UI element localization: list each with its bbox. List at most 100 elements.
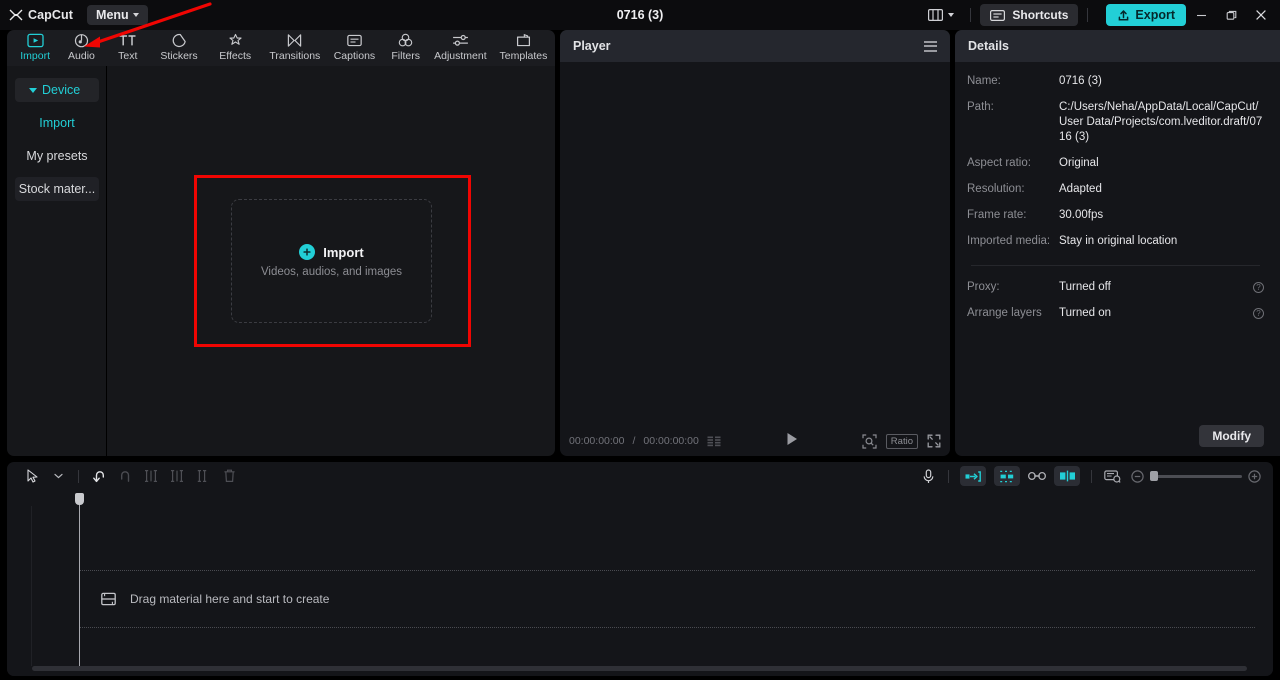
details-panel: Details Name: 0716 (3) Path: C:/Users/Ne… [955, 30, 1280, 456]
microphone-icon [923, 468, 933, 483]
trim-left-icon [171, 470, 183, 482]
timeline-ruler[interactable] [7, 490, 1273, 506]
details-key: Frame rate: [967, 209, 1027, 221]
trim-right-button[interactable] [190, 465, 216, 487]
tab-text[interactable]: Text [105, 30, 151, 62]
fullscreen-icon[interactable] [927, 434, 941, 448]
plus-circle-icon [299, 244, 316, 260]
app-logo: CapCut [9, 8, 73, 22]
details-row-aspect-ratio: Aspect ratio: Original [967, 156, 1264, 171]
divider [78, 469, 79, 483]
player-right-controls: Ratio [862, 433, 941, 449]
player-controls-bar: 00:00:00:00 / 00:00:00:00 Ratio [560, 426, 950, 456]
tab-stickers[interactable]: Stickers [151, 30, 207, 62]
undo-button[interactable] [86, 465, 112, 487]
timeline-canvas[interactable]: Drag material here and start to create [7, 490, 1273, 676]
export-button[interactable]: Export [1106, 4, 1186, 26]
effects-star-icon [229, 33, 242, 45]
zoom-out-icon[interactable] [1131, 469, 1144, 483]
player-panel: Player 00:00:00:00 / 00:00:00:00 Ratio [560, 30, 950, 456]
tab-filters[interactable]: Filters [383, 30, 429, 62]
tab-captions[interactable]: Captions [326, 30, 382, 62]
select-cursor-button[interactable] [19, 465, 45, 487]
transitions-icon [288, 34, 302, 47]
sidebar-item-my-presets[interactable]: My presets [15, 144, 99, 168]
details-value[interactable]: Turned off [1059, 280, 1253, 295]
details-value: 30.00fps [1059, 209, 1104, 221]
close-button[interactable] [1246, 0, 1276, 30]
tab-effects-label: Effects [219, 50, 252, 62]
auto-fill-button[interactable] [960, 466, 986, 486]
sidebar-item-device[interactable]: Device [15, 78, 99, 102]
player-preview-stage[interactable] [560, 62, 950, 426]
link-icon [1028, 471, 1046, 481]
ratio-button[interactable]: Ratio [885, 433, 918, 449]
layout-button[interactable] [921, 6, 961, 24]
mirror-preview-button[interactable] [1054, 466, 1080, 486]
details-key: Path: [967, 101, 994, 113]
modify-button[interactable]: Modify [1199, 425, 1264, 447]
tab-audio[interactable]: Audio [58, 30, 104, 62]
import-dropzone-subtitle: Videos, audios, and images [260, 266, 403, 278]
cursor-dropdown-button[interactable] [45, 465, 71, 487]
shortcuts-button[interactable]: Shortcuts [980, 4, 1079, 26]
details-body: Name: 0716 (3) Path: C:/Users/Neha/AppDa… [955, 62, 1280, 416]
player-header: Player [560, 30, 950, 62]
divider [970, 8, 972, 22]
snap-magnet-button[interactable] [994, 466, 1020, 486]
zoom-fit-icon[interactable] [862, 433, 877, 449]
info-icon[interactable]: ? [1253, 308, 1264, 319]
info-icon[interactable]: ? [1253, 282, 1264, 293]
details-value: Adapted [1059, 183, 1102, 195]
zoom-slider-track[interactable] [1150, 471, 1242, 481]
tab-effects[interactable]: Effects [207, 30, 263, 62]
details-value[interactable]: Turned on [1059, 306, 1253, 321]
tab-filters-label: Filters [391, 50, 420, 62]
text-tt-icon [119, 35, 136, 46]
zoom-slider-knob[interactable] [1150, 471, 1158, 481]
trim-right-icon [197, 470, 207, 482]
delete-button[interactable] [216, 465, 242, 487]
trim-left-button[interactable] [164, 465, 190, 487]
sidebar-item-stock-material[interactable]: Stock mater... [15, 177, 99, 201]
timeline-drop-zone[interactable]: Drag material here and start to create [80, 570, 1255, 628]
hamburger-menu-icon[interactable] [924, 40, 937, 52]
player-title: Player [573, 39, 611, 53]
link-clips-button[interactable] [1024, 465, 1050, 487]
layout-grid-icon [928, 9, 944, 21]
tab-templates[interactable]: Templates [492, 30, 555, 62]
record-voiceover-button[interactable] [915, 465, 941, 487]
play-button[interactable] [786, 432, 798, 451]
tab-transitions[interactable]: Transitions [263, 30, 326, 62]
timeline-tools-left [19, 465, 242, 487]
sidebar-item-import[interactable]: Import [15, 111, 99, 135]
tab-captions-label: Captions [333, 50, 376, 62]
redo-button[interactable] [112, 465, 138, 487]
playhead-handle[interactable] [75, 493, 84, 505]
tab-adjustment[interactable]: Adjustment [429, 30, 492, 62]
filters-circles-icon [398, 33, 413, 47]
details-row-resolution: Resolution: Adapted [967, 182, 1264, 197]
details-row-name: Name: 0716 (3) [967, 74, 1264, 89]
media-library-panel: Device Import My presets Stock mater... [7, 66, 555, 456]
timeline-horizontal-scrollbar[interactable] [32, 666, 1247, 671]
keyframe-list-icon[interactable] [707, 436, 722, 447]
timeline-zoom-slider[interactable] [1131, 469, 1261, 483]
zoom-in-icon[interactable] [1248, 469, 1261, 483]
timeline-playhead[interactable] [75, 493, 84, 668]
upload-icon [1119, 9, 1129, 21]
details-title: Details [968, 39, 1009, 53]
timeline-toolbar [7, 462, 1273, 490]
tab-import[interactable]: Import [12, 30, 58, 62]
capcut-window: CapCut Menu 0716 (3) Shortcuts Export Im… [0, 0, 1280, 680]
import-dropzone[interactable]: Import Videos, audios, and images [231, 199, 432, 323]
maximize-button[interactable] [1216, 0, 1246, 30]
main-nav-tabs: Import Audio Text Stickers Effects Trans… [7, 30, 555, 66]
split-icon [145, 470, 157, 482]
split-button[interactable] [138, 465, 164, 487]
menu-button[interactable]: Menu [87, 5, 148, 25]
sidebar-item-my-presets-label: My presets [26, 149, 88, 163]
minimize-button[interactable] [1186, 0, 1216, 30]
snap-magnet-icon [1000, 470, 1014, 482]
render-preview-button[interactable] [1099, 465, 1125, 487]
